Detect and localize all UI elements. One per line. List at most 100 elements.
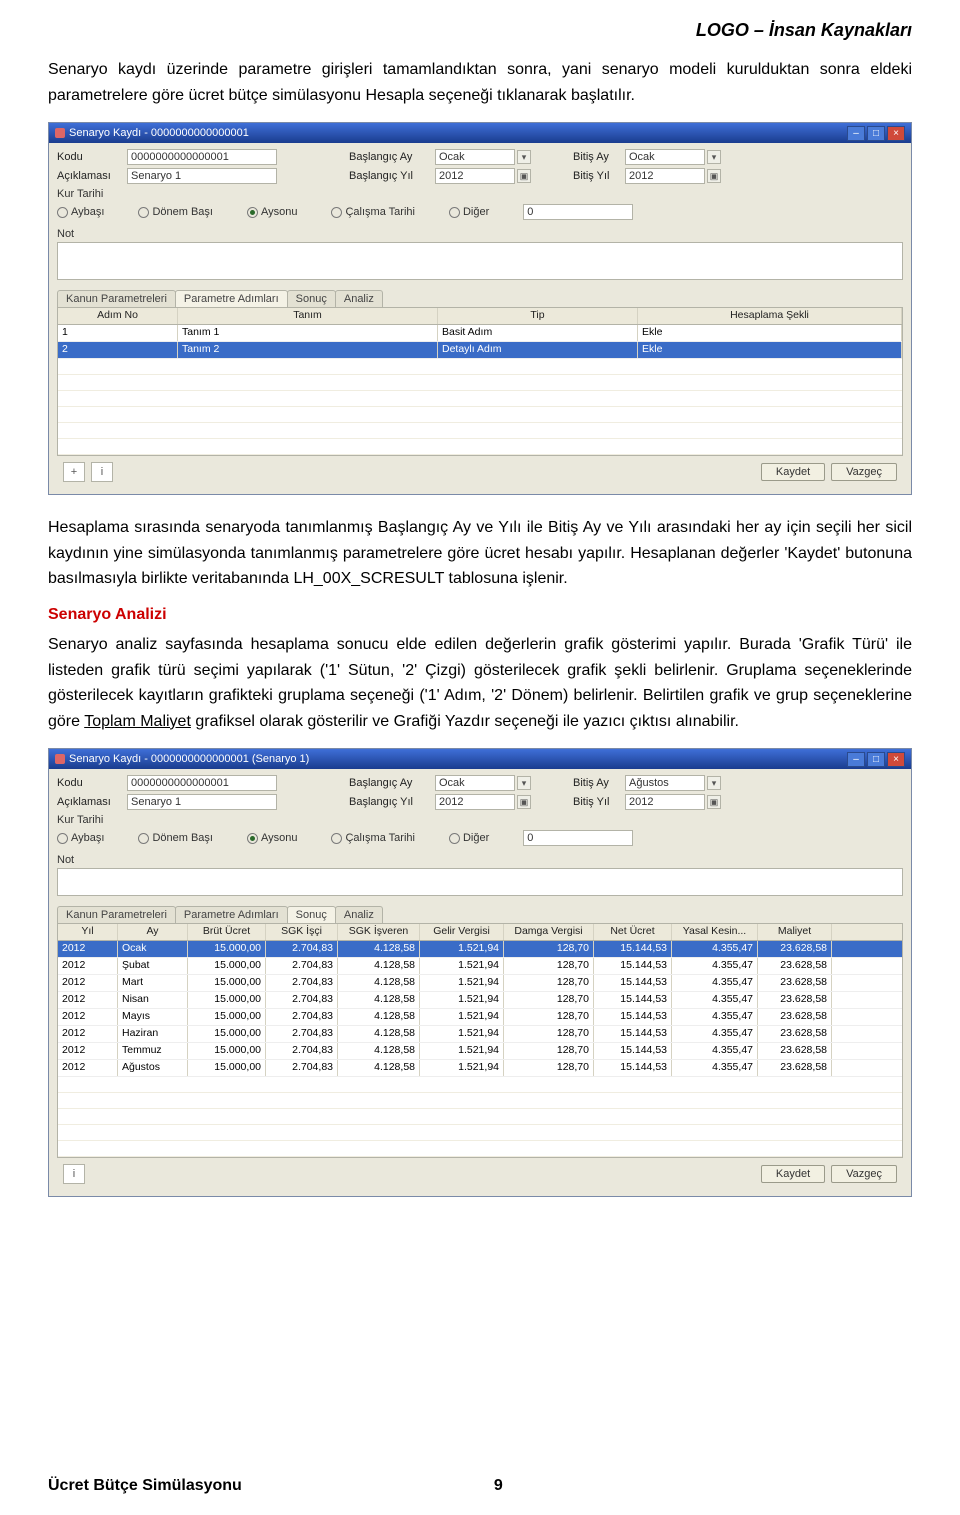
footer-title: Ücret Bütçe Simülasyonu bbox=[48, 1477, 242, 1495]
kodu-label: Kodu bbox=[57, 777, 121, 789]
paragraph-2: Hesaplama sırasında senaryoda tanımlanmı… bbox=[48, 515, 912, 592]
radio-diger[interactable]: Diğer bbox=[449, 832, 489, 844]
kodu-input[interactable]: 0000000000000001 bbox=[127, 775, 277, 791]
spinner-icon[interactable]: ▣ bbox=[517, 169, 531, 183]
radio-diger[interactable]: Diğer bbox=[449, 206, 489, 218]
para3-b: grafiksel olarak gösterilir ve Grafiği Y… bbox=[191, 713, 739, 730]
info-icon[interactable]: i bbox=[91, 462, 113, 482]
kaydet-button[interactable]: Kaydet bbox=[761, 463, 825, 481]
close-button[interactable]: × bbox=[887, 126, 905, 141]
vazgec-button[interactable]: Vazgeç bbox=[831, 463, 897, 481]
vazgec-button[interactable]: Vazgeç bbox=[831, 1165, 897, 1183]
radio-calisma[interactable]: Çalışma Tarihi bbox=[331, 832, 415, 844]
not-textarea[interactable] bbox=[57, 242, 903, 280]
radio-donem-basi[interactable]: Dönem Başı bbox=[138, 832, 213, 844]
chevron-down-icon[interactable]: ▾ bbox=[517, 776, 531, 790]
add-icon[interactable]: + bbox=[63, 462, 85, 482]
radio-donem-basi[interactable]: Dönem Başı bbox=[138, 206, 213, 218]
close-button[interactable]: × bbox=[887, 752, 905, 767]
page-header-brand: LOGO – İnsan Kaynakları bbox=[48, 20, 912, 41]
col-header: Brüt Ücret bbox=[188, 924, 266, 940]
table-row[interactable]: 2012Ocak15.000,002.704,834.128,581.521,9… bbox=[58, 941, 902, 958]
baslangic-ay-select[interactable]: Ocak bbox=[435, 149, 515, 165]
col-header: Damga Vergisi bbox=[504, 924, 594, 940]
col-header: SGK İşveren bbox=[338, 924, 420, 940]
radio-diger-label: Diğer bbox=[463, 206, 489, 218]
deger-input[interactable]: 0 bbox=[523, 204, 633, 220]
tab-analiz[interactable]: Analiz bbox=[335, 290, 383, 307]
aciklamasi-input[interactable]: Senaryo 1 bbox=[127, 794, 277, 810]
not-textarea[interactable] bbox=[57, 868, 903, 896]
kur-tarihi-label: Kur Tarihi bbox=[57, 188, 903, 200]
radio-aybasi[interactable]: Aybaşı bbox=[57, 206, 104, 218]
para3-underlined: Toplam Maliyet bbox=[84, 713, 191, 730]
chevron-down-icon[interactable]: ▾ bbox=[517, 150, 531, 164]
baslangic-ay-select[interactable]: Ocak bbox=[435, 775, 515, 791]
spinner-icon[interactable]: ▣ bbox=[707, 795, 721, 809]
footer-page-number: 9 bbox=[494, 1477, 503, 1495]
tabs: Kanun Parametreleri Parametre Adımları S… bbox=[57, 290, 903, 308]
kodu-input[interactable]: 0000000000000001 bbox=[127, 149, 277, 165]
table-row[interactable]: 2012Haziran15.000,002.704,834.128,581.52… bbox=[58, 1026, 902, 1043]
kaydet-button[interactable]: Kaydet bbox=[761, 1165, 825, 1183]
radio-calisma[interactable]: Çalışma Tarihi bbox=[331, 206, 415, 218]
window-icon bbox=[55, 128, 65, 138]
maximize-button[interactable]: □ bbox=[867, 126, 885, 141]
bitis-ay-select[interactable]: Ocak bbox=[625, 149, 705, 165]
baslangic-yil-input[interactable]: 2012 bbox=[435, 794, 515, 810]
table-row[interactable]: 2012Mart15.000,002.704,834.128,581.521,9… bbox=[58, 975, 902, 992]
tab-sonuc[interactable]: Sonuç bbox=[287, 906, 336, 923]
deger-input[interactable]: 0 bbox=[523, 830, 633, 846]
bitis-yil-input[interactable]: 2012 bbox=[625, 794, 705, 810]
baslangic-yil-input[interactable]: 2012 bbox=[435, 168, 515, 184]
window-icon bbox=[55, 754, 65, 764]
table-row[interactable]: 2012Temmuz15.000,002.704,834.128,581.521… bbox=[58, 1043, 902, 1060]
info-icon[interactable]: i bbox=[63, 1164, 85, 1184]
table-row[interactable]: 2012Mayıs15.000,002.704,834.128,581.521,… bbox=[58, 1009, 902, 1026]
baslangic-yil-label: Başlangıç Yıl bbox=[349, 796, 429, 808]
radio-calisma-label: Çalışma Tarihi bbox=[345, 206, 415, 218]
spinner-icon[interactable]: ▣ bbox=[707, 169, 721, 183]
maximize-button[interactable]: □ bbox=[867, 752, 885, 767]
radio-calisma-label: Çalışma Tarihi bbox=[345, 832, 415, 844]
tabs: Kanun Parametreleri Parametre Adımları S… bbox=[57, 906, 903, 924]
titlebar: Senaryo Kaydı - 0000000000000001 (Senary… bbox=[49, 749, 911, 769]
tab-kanun[interactable]: Kanun Parametreleri bbox=[57, 290, 176, 307]
tab-parametre-adimlari[interactable]: Parametre Adımları bbox=[175, 290, 288, 307]
radio-aybasi-label: Aybaşı bbox=[71, 832, 104, 844]
radio-donem-label: Dönem Başı bbox=[152, 832, 213, 844]
tab-sonuc[interactable]: Sonuç bbox=[287, 290, 336, 307]
grid-sonuc: YılAyBrüt ÜcretSGK İşçiSGK İşverenGelir … bbox=[57, 924, 903, 1158]
table-row[interactable]: 2012Şubat15.000,002.704,834.128,581.521,… bbox=[58, 958, 902, 975]
col-tanim: Tanım bbox=[178, 308, 438, 324]
section-senaryo-analizi: Senaryo Analizi bbox=[48, 606, 912, 624]
chevron-down-icon[interactable]: ▾ bbox=[707, 776, 721, 790]
bitis-ay-label: Bitiş Ay bbox=[573, 151, 619, 163]
minimize-button[interactable]: – bbox=[847, 126, 865, 141]
tab-kanun[interactable]: Kanun Parametreleri bbox=[57, 906, 176, 923]
col-header: Gelir Vergisi bbox=[420, 924, 504, 940]
bitis-ay-label: Bitiş Ay bbox=[573, 777, 619, 789]
radio-aysonu[interactable]: Aysonu bbox=[247, 832, 298, 844]
radio-donem-label: Dönem Başı bbox=[152, 206, 213, 218]
table-row[interactable]: 2012Nisan15.000,002.704,834.128,581.521,… bbox=[58, 992, 902, 1009]
table-row[interactable]: 2012Ağustos15.000,002.704,834.128,581.52… bbox=[58, 1060, 902, 1077]
spinner-icon[interactable]: ▣ bbox=[517, 795, 531, 809]
bitis-ay-select[interactable]: Ağustos bbox=[625, 775, 705, 791]
kur-tarihi-label: Kur Tarihi bbox=[57, 814, 903, 826]
bitis-yil-input[interactable]: 2012 bbox=[625, 168, 705, 184]
baslangic-ay-label: Başlangıç Ay bbox=[349, 151, 429, 163]
table-row[interactable]: 2Tanım 2Detaylı AdımEkle bbox=[58, 342, 902, 359]
table-row[interactable]: 1Tanım 1Basit AdımEkle bbox=[58, 325, 902, 342]
tab-analiz[interactable]: Analiz bbox=[335, 906, 383, 923]
radio-aybasi[interactable]: Aybaşı bbox=[57, 832, 104, 844]
aciklamasi-input[interactable]: Senaryo 1 bbox=[127, 168, 277, 184]
page-footer: Ücret Bütçe Simülasyonu 9 bbox=[48, 1477, 912, 1495]
col-header: Yasal Kesin... bbox=[672, 924, 758, 940]
radio-aysonu[interactable]: Aysonu bbox=[247, 206, 298, 218]
paragraph-3: Senaryo analiz sayfasında hesaplama sonu… bbox=[48, 632, 912, 734]
minimize-button[interactable]: – bbox=[847, 752, 865, 767]
chevron-down-icon[interactable]: ▾ bbox=[707, 150, 721, 164]
tab-parametre-adimlari[interactable]: Parametre Adımları bbox=[175, 906, 288, 923]
aciklamasi-label: Açıklaması bbox=[57, 170, 121, 182]
